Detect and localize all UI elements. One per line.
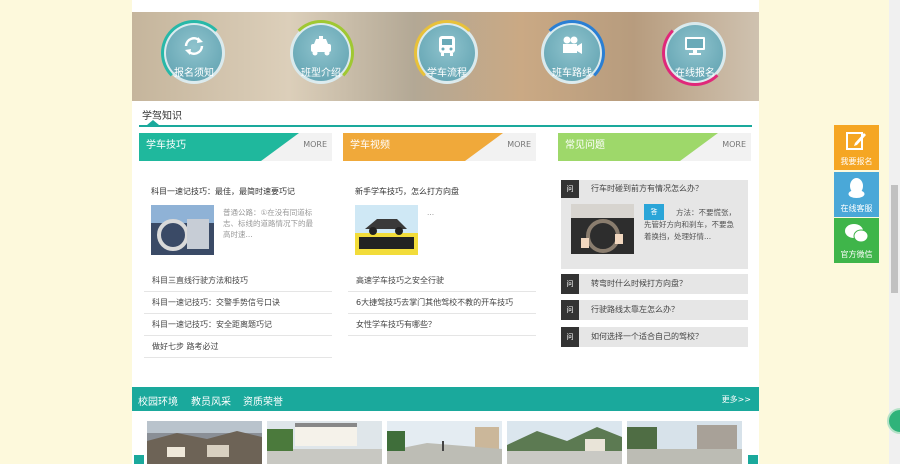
featured-video-title[interactable]: 新手学车技巧，怎么打方向盘 (355, 186, 459, 197)
column-driving-videos: 学车视频 MORE 新手学车技巧，怎么打方向盘 ... 高速学车技巧之安全行驶 … (343, 133, 536, 373)
column-header: 常见问题 MORE (558, 133, 751, 161)
question-badge: 问 (561, 180, 579, 198)
featured-video-excerpt: ... (427, 208, 435, 217)
main-content: 报名须知 班型介绍 学车流程 班车路线 在线报名 学驾知识 学车技巧 MORE … (132, 0, 759, 464)
featured-article-image[interactable] (151, 205, 214, 255)
gallery-tab-bar: 校园环境 教员风采 资质荣誉 更多>> (132, 387, 759, 411)
page-scrollbar[interactable] (889, 0, 900, 464)
camera-icon (563, 36, 582, 54)
tab-driving-tips[interactable]: 学车技巧 (139, 133, 299, 161)
list-item[interactable]: 高速学车技巧之安全行驶 (348, 270, 536, 292)
hero-item-shuttle-routes[interactable]: 班车路线 (538, 20, 606, 94)
hero-label: 学车流程 (427, 68, 467, 79)
column-driving-tips: 学车技巧 MORE 科目一速记技巧：最佳，最简时速要巧记 普通公路：①在没有同道… (139, 133, 332, 373)
list-item[interactable]: 6大捷驾技巧去掌门其他驾校不教的开车技巧 (348, 292, 536, 314)
hero-label: 班型介绍 (301, 68, 341, 79)
list-item[interactable]: 做好七步 路考必过 (144, 336, 332, 358)
gallery-image[interactable] (387, 421, 502, 464)
featured-question[interactable]: 问 行车时碰到前方有情况怎么办？ 答 方法：不要慌张，先管好方向和刹车，不要急着… (561, 180, 748, 269)
article-list: 科目三直线行驶方法和技巧 科目一速记技巧：交警手势信号口诀 科目一速记技巧：安全… (144, 270, 332, 358)
gallery-next-arrow[interactable] (748, 455, 758, 464)
column-header: 学车视频 MORE (343, 133, 536, 161)
monitor-icon (685, 37, 705, 55)
gallery-prev-arrow[interactable] (134, 455, 144, 464)
online-service-button[interactable]: 在线客服 (834, 172, 879, 217)
question-item[interactable]: 问 如何选择一个适合自己的驾校？ (561, 327, 748, 347)
tab-faq[interactable]: 常见问题 (558, 133, 718, 161)
signup-label: 我要报名 (840, 157, 873, 166)
online-service-label: 在线客服 (840, 204, 873, 213)
featured-article-title[interactable]: 科目一速记技巧：最佳，最简时速要巧记 (151, 186, 295, 197)
list-item[interactable]: 科目一速记技巧：交警手势信号口诀 (144, 292, 332, 314)
question-item[interactable]: 问 行驶路线太靠左怎么办？ (561, 300, 748, 320)
hero-item-class-types[interactable]: 班型介绍 (287, 20, 355, 94)
hero-item-process[interactable]: 学车流程 (413, 20, 481, 94)
question-text: 行车时碰到前方有情况怎么办？ (591, 184, 703, 193)
scrollbar-thumb[interactable] (891, 185, 898, 293)
bus-icon (439, 36, 455, 56)
featured-video-image[interactable] (355, 205, 418, 255)
gallery-image[interactable] (147, 421, 262, 464)
list-item[interactable]: 女性学车技巧有哪些？ (348, 314, 536, 336)
hero-banner: 报名须知 班型介绍 学车流程 班车路线 在线报名 (132, 12, 759, 101)
question-item[interactable]: 问 转弯时什么时候打方向盘？ (561, 274, 748, 294)
video-list: 高速学车技巧之安全行驶 6大捷驾技巧去掌门其他驾校不教的开车技巧 女性学车技巧有… (348, 270, 536, 336)
more-link[interactable]: MORE (722, 140, 746, 149)
tab-honors[interactable]: 资质荣誉 (243, 393, 283, 408)
tab-campus-environment[interactable]: 校园环境 (138, 393, 178, 408)
refresh-icon (184, 37, 204, 55)
wechat-button[interactable]: 官方微信 (834, 218, 879, 263)
question-badge: 问 (561, 274, 579, 294)
hero-label: 报名须知 (174, 68, 214, 79)
featured-article-excerpt: 普通公路：①在没有同道标志、标线的道路情况下的最高时速... (223, 208, 313, 239)
wechat-icon (845, 224, 869, 243)
qq-icon (848, 178, 865, 198)
car-icon (311, 36, 331, 56)
more-link[interactable]: MORE (303, 140, 327, 149)
column-faq: 常见问题 MORE 问 行车时碰到前方有情况怎么办？ 答 方法：不要慌张，先管好… (558, 133, 751, 373)
list-item[interactable]: 科目一速记技巧：安全距离题巧记 (144, 314, 332, 336)
question-text: 行驶路线太靠左怎么办？ (591, 305, 679, 314)
hero-label: 在线报名 (675, 68, 715, 79)
hero-label: 班车路线 (552, 68, 592, 79)
hero-item-signup-notice[interactable]: 报名须知 (160, 20, 228, 94)
column-header: 学车技巧 MORE (139, 133, 332, 161)
steering-wheel-image (571, 204, 634, 254)
question-text: 转弯时什么时候打方向盘？ (591, 279, 687, 288)
gallery-image[interactable] (627, 421, 742, 464)
question-badge: 问 (561, 300, 579, 320)
list-item[interactable]: 科目三直线行驶方法和技巧 (144, 270, 332, 292)
signup-button[interactable]: 我要报名 (834, 125, 879, 170)
section-divider (139, 125, 752, 127)
answer-text: 方法：不要慌张，先管好方向和刹车，不要急着换挡，处理好情... (644, 208, 736, 241)
gallery-image[interactable] (507, 421, 622, 464)
gallery-image[interactable] (267, 421, 382, 464)
question-badge: 问 (561, 327, 579, 347)
hero-item-online-signup[interactable]: 在线报名 (661, 20, 729, 94)
gallery-more-link[interactable]: 更多>> (722, 394, 751, 405)
tab-driving-videos[interactable]: 学车视频 (343, 133, 503, 161)
edit-icon (846, 132, 866, 150)
wechat-label: 官方微信 (840, 250, 873, 259)
more-link[interactable]: MORE (507, 140, 531, 149)
question-text: 如何选择一个适合自己的驾校？ (591, 332, 703, 341)
tab-instructors[interactable]: 教员风采 (191, 393, 231, 408)
